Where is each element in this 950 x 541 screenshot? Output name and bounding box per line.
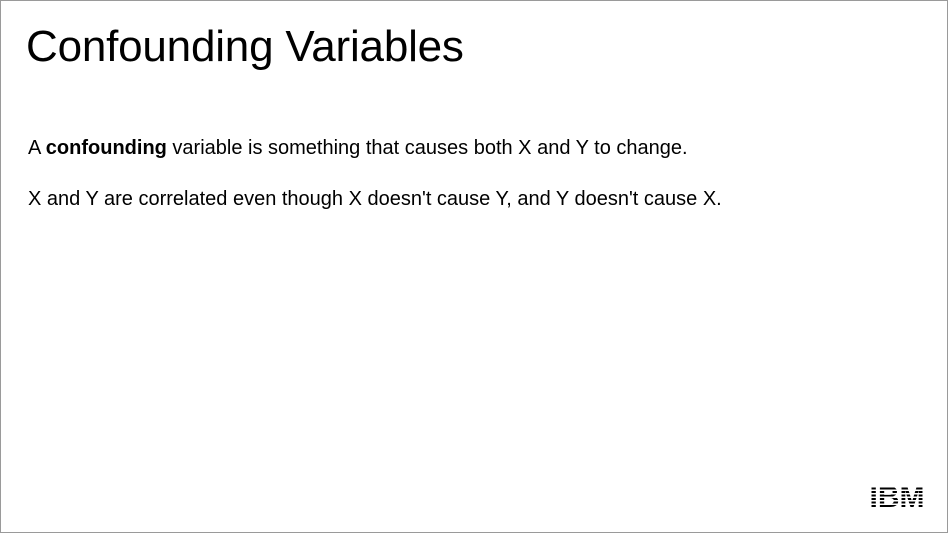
confounding-definition-paragraph: A confounding variable is something that… (28, 134, 908, 162)
slide: Confounding Variables A confounding vari… (0, 0, 948, 533)
slide-body: A confounding variable is something that… (28, 134, 908, 213)
paragraph-prefix: A (28, 137, 46, 159)
ibm-logo-text: IBM (870, 484, 925, 508)
paragraph-suffix: variable is something that causes both X… (166, 137, 688, 159)
confounding-emphasis: confounding (45, 137, 167, 159)
correlation-paragraph: X and Y are correlated even though X doe… (28, 188, 722, 210)
ibm-logo-icon: IBM (869, 484, 925, 508)
slide-title: Confounding Variables (26, 22, 464, 71)
